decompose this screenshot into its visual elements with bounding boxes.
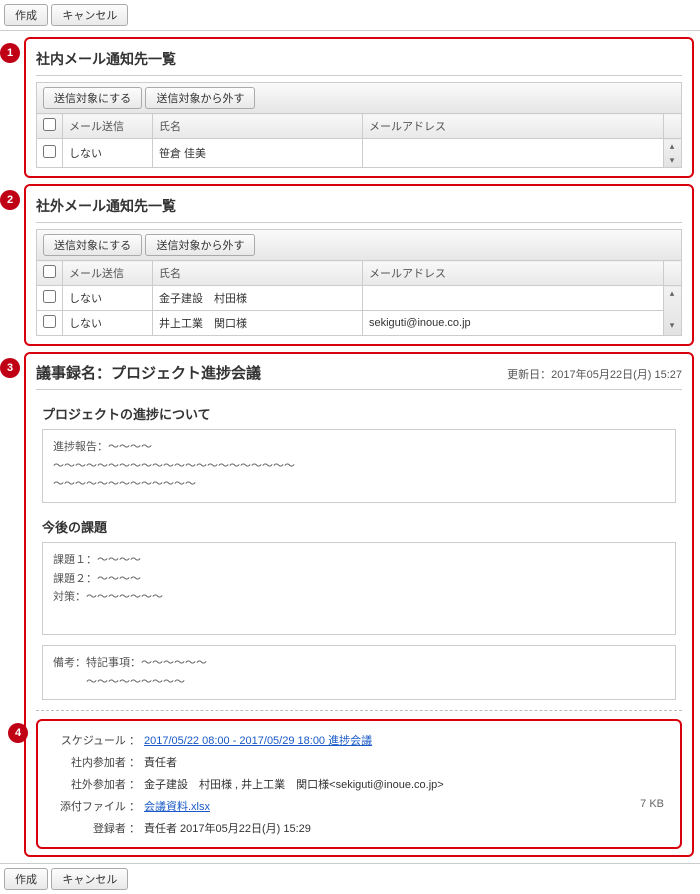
dashed-separator	[36, 710, 682, 711]
table-row[interactable]: しない 笹倉 佳美 ▴ ▾	[37, 139, 682, 168]
scroll-down-icon[interactable]: ▾	[664, 318, 680, 332]
create-button-bottom[interactable]: 作成	[4, 868, 48, 890]
body-progress: 進捗報告：〜〜〜〜 〜〜〜〜〜〜〜〜〜〜〜〜〜〜〜〜〜〜〜〜〜〜 〜〜〜〜〜〜〜…	[42, 429, 676, 503]
bottom-toolbar: 作成 キャンセル	[0, 863, 700, 894]
select-all-checkbox-2[interactable]	[43, 265, 56, 278]
callout-marker-4: 4	[8, 723, 28, 743]
include-button-1[interactable]: 送信対象にする	[43, 87, 142, 109]
col-email-header: メールアドレス	[363, 114, 664, 139]
internal-participants-label: 社内参加者 ：	[54, 754, 144, 770]
body-notes: 備考：特記事項：〜〜〜〜〜〜 〜〜〜〜〜〜〜〜〜	[42, 645, 676, 700]
minutes-panel: 議事録名：プロジェクト進捗会議 更新日：2017年05月22日(月) 15:27…	[24, 352, 694, 857]
subhead-progress: プロジェクトの進捗について	[42, 404, 676, 423]
external-participants-value: 金子建設 村田様 , 井上工業 関口様<sekiguti@inoue.co.jp…	[144, 776, 664, 792]
internal-participants-value: 責任者	[144, 754, 664, 770]
cancel-button-bottom[interactable]: キャンセル	[51, 868, 128, 890]
attachment-size: 7 KB	[640, 798, 664, 810]
meta-panel: スケジュール ： 2017/05/22 08:00 - 2017/05/29 1…	[36, 719, 682, 849]
registrant-label: 登録者 ：	[54, 820, 144, 836]
scroll-gutter	[664, 114, 682, 139]
select-all-checkbox-1[interactable]	[43, 118, 56, 131]
exclude-button-1[interactable]: 送信対象から外す	[145, 87, 255, 109]
cell-name: 井上工業 関口様	[153, 311, 363, 336]
cell-email	[363, 139, 664, 168]
table-row[interactable]: しない 井上工業 関口様 sekiguti@inoue.co.jp	[37, 311, 682, 336]
external-mail-table: メール送信 氏名 メールアドレス しない 金子建設 村田様 ▴ ▾	[36, 260, 682, 336]
external-mail-panel: 社外メール通知先一覧 送信対象にする 送信対象から外す メール送信 氏名 メール…	[24, 184, 694, 346]
col-send-header: メール送信	[63, 114, 153, 139]
col-name-header: 氏名	[153, 114, 363, 139]
internal-mail-table: メール送信 氏名 メールアドレス しない 笹倉 佳美 ▴ ▾	[36, 113, 682, 168]
cell-name: 笹倉 佳美	[153, 139, 363, 168]
scroll-cell-2: ▴ ▾	[664, 286, 682, 336]
registrant-value: 責任者 2017年05月22日(月) 15:29	[144, 820, 664, 836]
top-toolbar: 作成 キャンセル	[0, 0, 700, 31]
cancel-button[interactable]: キャンセル	[51, 4, 128, 26]
table-row[interactable]: しない 金子建設 村田様 ▴ ▾	[37, 286, 682, 311]
row-checkbox[interactable]	[43, 145, 56, 158]
attachment-label: 添付ファイル ：	[54, 798, 144, 814]
attachment-link[interactable]: 会議資料.xlsx	[144, 801, 210, 813]
cell-email: sekiguti@inoue.co.jp	[363, 311, 664, 336]
row-checkbox[interactable]	[43, 290, 56, 303]
schedule-label: スケジュール ：	[54, 732, 144, 748]
row-checkbox[interactable]	[43, 315, 56, 328]
external-participants-label: 社外参加者 ：	[54, 776, 144, 792]
scroll-cell: ▴ ▾	[664, 139, 682, 168]
create-button[interactable]: 作成	[4, 4, 48, 26]
callout-marker-3: 3	[0, 358, 20, 378]
minutes-title: 議事録名：プロジェクト進捗会議	[36, 362, 261, 383]
callout-marker-2: 2	[0, 190, 20, 210]
col-name-header-2: 氏名	[153, 261, 363, 286]
cell-send: しない	[63, 311, 153, 336]
schedule-link[interactable]: 2017/05/22 08:00 - 2017/05/29 18:00 進捗会議	[144, 735, 372, 747]
col-email-header-2: メールアドレス	[363, 261, 664, 286]
external-mail-btnrow: 送信対象にする 送信対象から外す	[36, 229, 682, 260]
scroll-up-icon[interactable]: ▴	[664, 139, 680, 153]
cell-send: しない	[63, 139, 153, 168]
include-button-2[interactable]: 送信対象にする	[43, 234, 142, 256]
scroll-up-icon[interactable]: ▴	[664, 286, 680, 300]
body-issues: 課題１：〜〜〜〜 課題２：〜〜〜〜 対策：〜〜〜〜〜〜〜	[42, 542, 676, 635]
internal-mail-title: 社内メール通知先一覧	[36, 47, 682, 76]
updated-date: 更新日：2017年05月22日(月) 15:27	[507, 366, 682, 382]
scroll-down-icon[interactable]: ▾	[664, 153, 680, 167]
exclude-button-2[interactable]: 送信対象から外す	[145, 234, 255, 256]
internal-mail-btnrow: 送信対象にする 送信対象から外す	[36, 82, 682, 113]
cell-send: しない	[63, 286, 153, 311]
subhead-issues: 今後の課題	[42, 517, 676, 536]
col-send-header-2: メール送信	[63, 261, 153, 286]
cell-name: 金子建設 村田様	[153, 286, 363, 311]
cell-email	[363, 286, 664, 311]
callout-marker-1: 1	[0, 43, 20, 63]
external-mail-title: 社外メール通知先一覧	[36, 194, 682, 223]
scroll-gutter-2	[664, 261, 682, 286]
internal-mail-panel: 社内メール通知先一覧 送信対象にする 送信対象から外す メール送信 氏名 メール…	[24, 37, 694, 178]
